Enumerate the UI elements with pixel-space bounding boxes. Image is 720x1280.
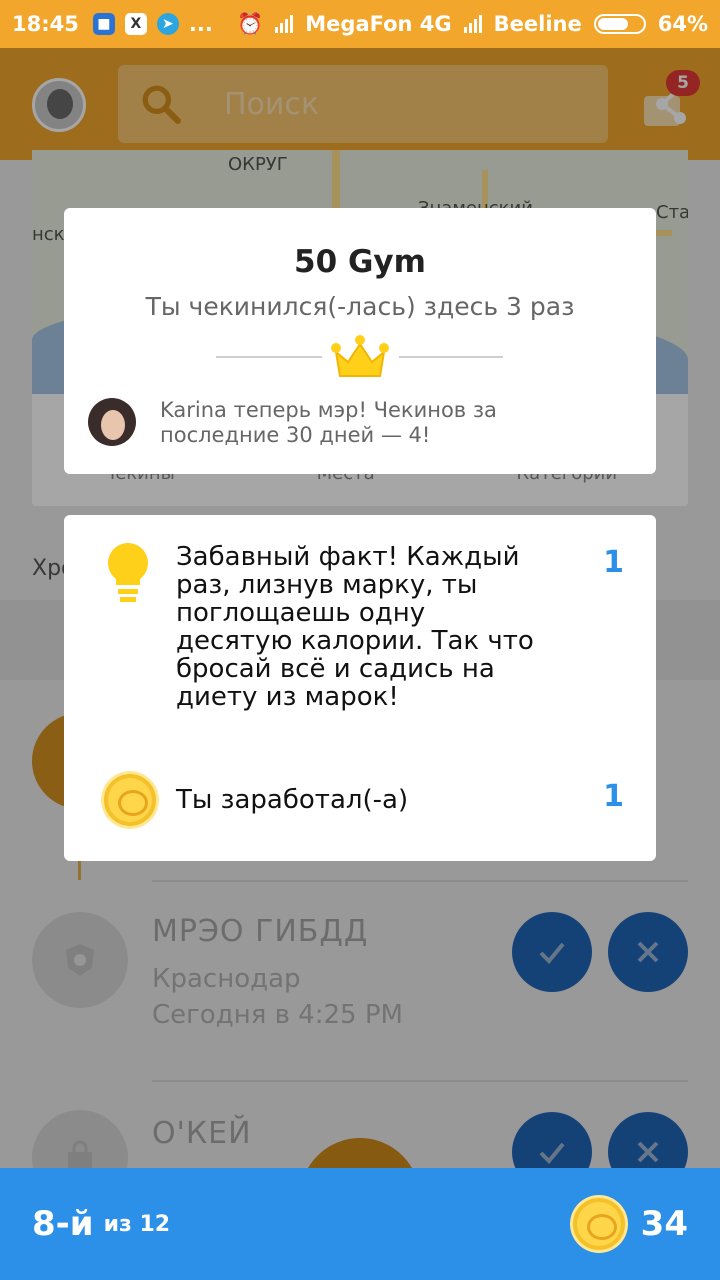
bottom-bar: 8-й из 12 34 xyxy=(0,1168,720,1280)
coin-icon xyxy=(572,1198,625,1250)
status-bar: 18:45 ■ X ➤ ... ⏰ MegaFon 4G Beeline 64% xyxy=(0,0,720,48)
battery-percent: 64% xyxy=(657,12,708,36)
lightbulb-icon xyxy=(108,543,148,602)
reward-dialog: Забавный факт! Каждый раз, лизнув марку,… xyxy=(64,515,656,861)
telegram-notification-icon: ➤ xyxy=(156,13,179,35)
carrier-1: MegaFon 4G xyxy=(305,12,452,36)
coin-icon xyxy=(104,774,156,826)
divider-line xyxy=(399,356,503,358)
carrier-2: Beeline xyxy=(493,12,582,36)
status-time: 18:45 xyxy=(12,12,79,36)
divider-line xyxy=(216,356,322,358)
fun-fact-count: 1 xyxy=(603,545,624,580)
visit-count-text: Ты чекинился(-лась) здесь 3 раз xyxy=(145,292,575,321)
earned-count: 1 xyxy=(603,779,624,814)
leaderboard-rank[interactable]: 8-й xyxy=(32,1204,94,1244)
leaderboard-total: из 12 xyxy=(103,1211,171,1237)
earned-label: Ты заработал(-а) xyxy=(176,785,409,815)
mayor-avatar[interactable] xyxy=(88,398,136,446)
signal-icon-2 xyxy=(463,15,482,33)
more-notifications: ... xyxy=(188,12,213,36)
battery-icon xyxy=(593,14,646,34)
alarm-icon: ⏰ xyxy=(237,11,264,36)
signal-icon-1 xyxy=(275,15,294,33)
coins-count: 34 xyxy=(640,1204,688,1244)
x-notification-icon: X xyxy=(124,13,147,35)
coins-total[interactable]: 34 xyxy=(572,1198,688,1250)
checkin-dialog: 50 Gym Ты чекинился(-лась) здесь 3 раз K… xyxy=(64,208,656,474)
mayor-message: Karina теперь мэр! Чекинов за последние … xyxy=(160,398,497,447)
vk-notification-icon: ■ xyxy=(92,13,115,35)
venue-title: 50 Gym xyxy=(294,244,426,280)
fun-fact-text: Забавный факт! Каждый раз, лизнув марку,… xyxy=(176,542,534,712)
crown-icon xyxy=(331,335,389,377)
